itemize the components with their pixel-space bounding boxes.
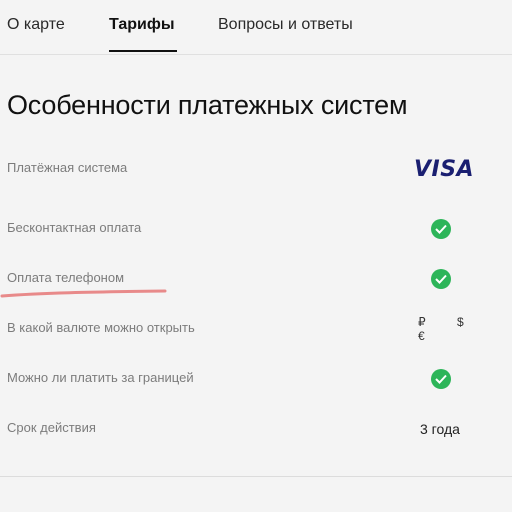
validity-value: 3 года [420, 421, 460, 437]
row-label: Оплата телефоном [7, 270, 125, 285]
tab-about-card[interactable]: О карте [7, 16, 65, 34]
row-label: Платёжная система [7, 160, 128, 175]
tab-tariffs[interactable]: Тарифы [109, 16, 175, 34]
row-label: Можно ли платить за границей [7, 370, 194, 385]
check-icon [431, 219, 451, 239]
tariffs-page: О карте Тарифы Вопросы и ответы Особенно… [0, 0, 512, 512]
tab-faq[interactable]: Вопросы и ответы [218, 16, 353, 34]
tab-bar: О карте Тарифы Вопросы и ответы [0, 0, 512, 56]
row-abroad: Можно ли платить за границей [0, 364, 512, 394]
row-value: VISA [414, 154, 474, 184]
row-label: Срок действия [7, 420, 96, 435]
row-label: Бесконтактная оплата [7, 220, 142, 235]
row-validity: Срок действия 3 года [0, 414, 512, 444]
row-value: ₽ $ € [418, 314, 512, 344]
row-payment-system: Платёжная система VISA [0, 154, 512, 184]
row-currency: В какой валюте можно открыть ₽ $ € [0, 314, 512, 344]
row-label: В какой валюте можно открыть [7, 320, 195, 335]
tabs-divider [0, 54, 512, 55]
row-value [431, 264, 451, 294]
active-tab-indicator [109, 50, 177, 52]
check-icon [431, 369, 451, 389]
check-icon [431, 269, 451, 289]
page-title: Особенности платежных систем [7, 90, 408, 120]
currency-list: ₽ $ € [418, 315, 478, 343]
row-value [431, 214, 451, 244]
highlight-underline [0, 289, 167, 298]
visa-logo: VISA [414, 156, 475, 182]
row-contactless: Бесконтактная оплата [0, 214, 512, 244]
row-value [431, 364, 451, 394]
row-value: 3 года [420, 414, 460, 444]
bottom-divider [0, 476, 512, 477]
